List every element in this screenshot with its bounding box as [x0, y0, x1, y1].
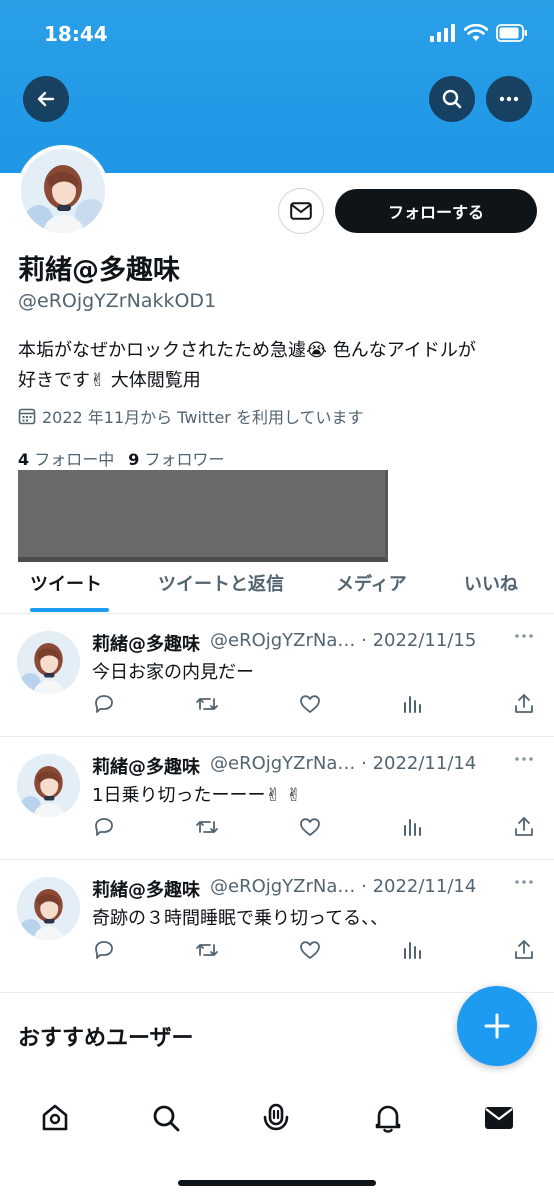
- like-icon[interactable]: [298, 692, 322, 716]
- following-link[interactable]: 4 フォロー中: [18, 446, 114, 470]
- tweet-meta: @eROjgYZrNa… · 2022/11/14: [210, 753, 477, 774]
- tweet-header: 莉緒@多趣味 @eROjgYZrNa… · 2022/11/14: [92, 753, 476, 779]
- analytics-icon[interactable]: [400, 692, 424, 716]
- tab-media[interactable]: メディア: [336, 570, 407, 596]
- home-indicator: [178, 1180, 376, 1186]
- battery-icon: [496, 24, 527, 42]
- compose-tweet-button[interactable]: [457, 986, 537, 1066]
- mail-icon: [290, 202, 312, 220]
- tweet-author-name[interactable]: 莉緒@多趣味: [92, 630, 200, 656]
- search-icon: [153, 1105, 180, 1132]
- home-icon: [42, 1104, 68, 1131]
- reply-icon[interactable]: [92, 815, 116, 839]
- profile-bio: 本垢がなぜかロックされたため急遽😭 色んなアイドルが 好きです✌ 大体閲覧用: [18, 336, 538, 396]
- reply-icon[interactable]: [92, 938, 116, 962]
- tweet-text: 今日お家の内見だー: [92, 662, 254, 683]
- followers-label: フォロワー: [144, 450, 225, 469]
- tweet-header: 莉緒@多趣味 @eROjgYZrNa… · 2022/11/14: [92, 876, 476, 902]
- back-button[interactable]: [23, 76, 69, 122]
- joined-text: 2022 年11月から Twitter を利用しています: [42, 408, 364, 427]
- redacted-overlay: [18, 470, 388, 562]
- bell-icon: [375, 1105, 401, 1133]
- tweet-more-icon[interactable]: [514, 755, 534, 763]
- reply-icon[interactable]: [92, 692, 116, 716]
- joined-date: 2022 年11月から Twitter を利用しています: [18, 404, 363, 428]
- status-time: 18:44: [44, 22, 108, 46]
- share-icon[interactable]: [512, 692, 536, 716]
- profile-handle: @eROjgYZrNakkOD1: [18, 290, 217, 312]
- tweet[interactable]: 莉緒@多趣味 @eROjgYZrNa… · 2022/11/14 1日乗り切った…: [0, 737, 554, 860]
- nav-home[interactable]: [37, 1100, 73, 1136]
- share-icon[interactable]: [512, 815, 536, 839]
- active-tab-indicator: [30, 608, 109, 612]
- profile-tabs: ツイート ツイートと返信 メディア いいね: [0, 562, 554, 614]
- nav-messages[interactable]: [481, 1100, 517, 1136]
- more-button[interactable]: [486, 76, 532, 122]
- follow-counts: 4 フォロー中 9 フォロワー: [18, 446, 225, 470]
- compose-icon: [484, 1013, 510, 1039]
- follow-button[interactable]: フォローする: [335, 189, 537, 233]
- followers-count: 9: [128, 450, 140, 469]
- suggested-users-heading: おすすめユーザー: [18, 1026, 194, 1051]
- retweet-icon[interactable]: [194, 938, 220, 962]
- followers-link[interactable]: 9 フォロワー: [128, 446, 224, 470]
- calendar-icon: [18, 408, 36, 425]
- message-button[interactable]: [278, 188, 324, 234]
- tab-tweets[interactable]: ツイート: [30, 570, 102, 596]
- bio-line: 本垢がなぜかロックされたため急遽😭 色んなアイドルが: [18, 340, 476, 361]
- cellular-signal-icon: [430, 24, 455, 42]
- tweet-actions: [92, 815, 544, 845]
- tweet[interactable]: 莉緒@多趣味 @eROjgYZrNa… · 2022/11/14 奇跡の３時間睡…: [0, 860, 554, 993]
- messages-icon: [485, 1107, 513, 1129]
- tweet-text: 1日乗り切ったーーー✌ ✌: [92, 785, 302, 806]
- following-label: フォロー中: [34, 450, 115, 469]
- bio-line: 好きです✌ 大体閲覧用: [18, 370, 201, 391]
- following-count: 4: [18, 450, 30, 469]
- status-icons: [430, 24, 528, 42]
- search-button[interactable]: [429, 76, 475, 122]
- tweet-more-icon[interactable]: [514, 878, 534, 886]
- tweet-author-name[interactable]: 莉緒@多趣味: [92, 753, 200, 779]
- nav-search[interactable]: [148, 1100, 184, 1136]
- tweet-more-icon[interactable]: [514, 632, 534, 640]
- more-icon: [499, 96, 519, 102]
- share-icon[interactable]: [512, 938, 536, 962]
- tweet-author-name[interactable]: 莉緒@多趣味: [92, 876, 200, 902]
- tweet-meta: @eROjgYZrNa… · 2022/11/15: [210, 630, 477, 651]
- tweet-avatar[interactable]: [17, 877, 80, 940]
- tweet-actions: [92, 938, 544, 968]
- tab-likes[interactable]: いいね: [464, 570, 518, 596]
- analytics-icon[interactable]: [400, 938, 424, 962]
- tweet-avatar[interactable]: [17, 754, 80, 817]
- retweet-icon[interactable]: [194, 815, 220, 839]
- tweet-meta: @eROjgYZrNa… · 2022/11/14: [210, 876, 477, 897]
- analytics-icon[interactable]: [400, 815, 424, 839]
- wifi-icon: [464, 24, 488, 41]
- tweet-actions: [92, 692, 544, 722]
- avatar-illustration: [21, 149, 105, 233]
- nav-spaces[interactable]: [258, 1100, 294, 1136]
- back-arrow-icon: [37, 91, 55, 107]
- like-icon[interactable]: [298, 938, 322, 962]
- spaces-icon: [263, 1103, 289, 1131]
- tab-tweets-and-replies[interactable]: ツイートと返信: [158, 570, 284, 596]
- tweet-avatar[interactable]: [17, 631, 80, 694]
- like-icon[interactable]: [298, 815, 322, 839]
- tweet[interactable]: 莉緒@多趣味 @eROjgYZrNa… · 2022/11/15 今日お家の内見…: [0, 614, 554, 737]
- search-icon: [442, 89, 462, 109]
- nav-notifications[interactable]: [370, 1100, 406, 1136]
- tweet-text: 奇跡の３時間睡眠で乗り切ってる、、: [92, 908, 389, 929]
- tweet-header: 莉緒@多趣味 @eROjgYZrNa… · 2022/11/15: [92, 630, 476, 656]
- profile-avatar[interactable]: [17, 145, 109, 237]
- retweet-icon[interactable]: [194, 692, 220, 716]
- display-name: 莉緒@多趣味: [18, 255, 180, 286]
